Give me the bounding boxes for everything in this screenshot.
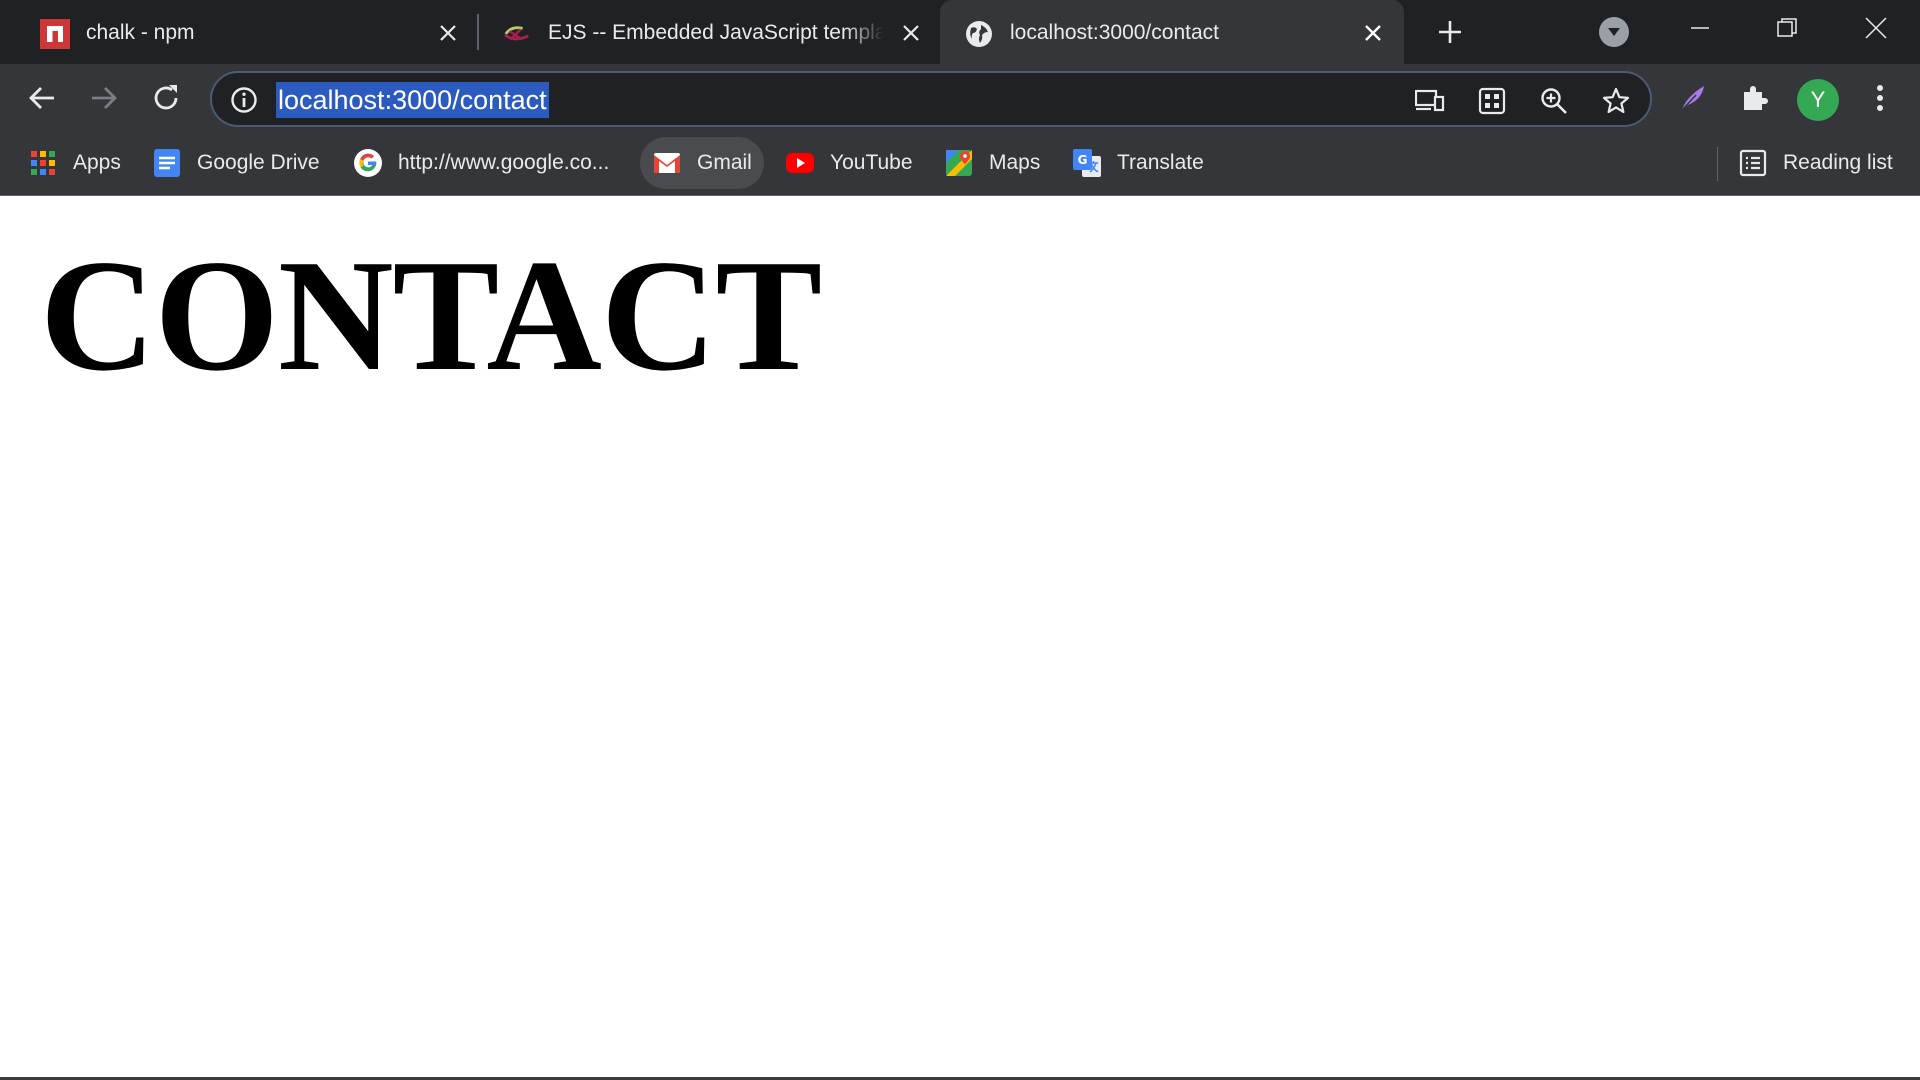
bookmark-star-icon[interactable] (1600, 85, 1632, 117)
npm-icon (40, 19, 70, 49)
bookmark-label: Translate (1117, 151, 1204, 174)
tab-title: chalk - npm (86, 21, 195, 44)
bookmark-youtube[interactable]: YouTube (785, 137, 913, 189)
zoom-icon[interactable] (1538, 85, 1570, 117)
back-button[interactable] (22, 78, 62, 118)
qr-code-icon[interactable] (1476, 85, 1508, 117)
new-tab-button[interactable] (1432, 14, 1468, 50)
svg-text:G: G (1078, 153, 1088, 167)
bookmark-label: Gmail (697, 151, 752, 174)
google-docs-icon (152, 148, 182, 178)
translate-icon: G (1072, 148, 1102, 178)
close-tab-icon[interactable] (1360, 20, 1386, 46)
bookmark-maps[interactable]: Maps (944, 137, 1040, 189)
ejs-icon (502, 19, 532, 49)
bookmark-label: Google Drive (197, 151, 320, 174)
profile-avatar[interactable]: Y (1797, 79, 1839, 121)
youtube-icon (785, 148, 815, 178)
bookmarks-separator (1717, 147, 1718, 181)
bookmark-label: Maps (989, 151, 1041, 174)
bookmark-translate[interactable]: G Translate (1072, 137, 1204, 189)
bookmark-label: http://www.google.co... (398, 151, 610, 174)
reading-list-button[interactable]: Reading list (1738, 137, 1893, 189)
cast-device-icon[interactable] (1414, 85, 1446, 117)
restore-button[interactable] (1767, 10, 1807, 46)
extensions-puzzle-icon[interactable] (1735, 78, 1775, 118)
apps-grid-icon (28, 148, 58, 178)
bookmark-label: YouTube (830, 151, 913, 174)
close-tab-icon[interactable] (435, 20, 461, 46)
gmail-icon (652, 148, 682, 178)
tab-separator (477, 14, 479, 50)
close-window-button[interactable] (1856, 10, 1896, 46)
bookmarks-bar: Apps Google Drive http://www.google.co..… (0, 133, 1920, 196)
bookmark-gmail[interactable]: Gmail (640, 137, 764, 189)
bookmark-apps[interactable]: Apps (28, 137, 121, 189)
site-info-icon[interactable] (230, 86, 258, 114)
address-bar[interactable]: localhost:3000/contact (210, 71, 1652, 127)
toolbar: localhost:3000/contact Y (0, 64, 1920, 133)
google-g-icon (353, 148, 383, 178)
reload-button[interactable] (146, 78, 186, 118)
tab-title: localhost:3000/contact (1010, 21, 1219, 44)
feather-extension-icon[interactable] (1673, 78, 1713, 118)
reading-list-icon (1738, 148, 1768, 178)
page-heading: CONTACT (40, 226, 822, 404)
bookmark-google-link[interactable]: http://www.google.co... (353, 137, 609, 189)
globe-icon (964, 19, 994, 49)
page-content: CONTACT (0, 197, 1920, 1080)
maps-icon (944, 148, 974, 178)
tab-search-button[interactable] (1599, 17, 1629, 47)
minimize-button[interactable] (1680, 10, 1720, 46)
tab-strip: chalk - npm EJS -- Embedded JavaScript t… (0, 0, 1920, 64)
tab-title: EJS -- Embedded JavaScript templat (548, 21, 884, 44)
bookmark-label: Apps (73, 151, 121, 174)
close-tab-icon[interactable] (898, 20, 924, 46)
reading-list-label: Reading list (1783, 151, 1893, 174)
tab-chalk-npm[interactable]: chalk - npm (20, 0, 472, 64)
tab-localhost-contact[interactable]: localhost:3000/contact (940, 0, 1404, 64)
bookmark-google-drive[interactable]: Google Drive (152, 137, 320, 189)
menu-kebab-icon[interactable] (1860, 78, 1900, 118)
forward-button[interactable] (84, 78, 124, 118)
url-text[interactable]: localhost:3000/contact (276, 82, 549, 118)
tab-ejs[interactable]: EJS -- Embedded JavaScript templat (482, 0, 940, 64)
